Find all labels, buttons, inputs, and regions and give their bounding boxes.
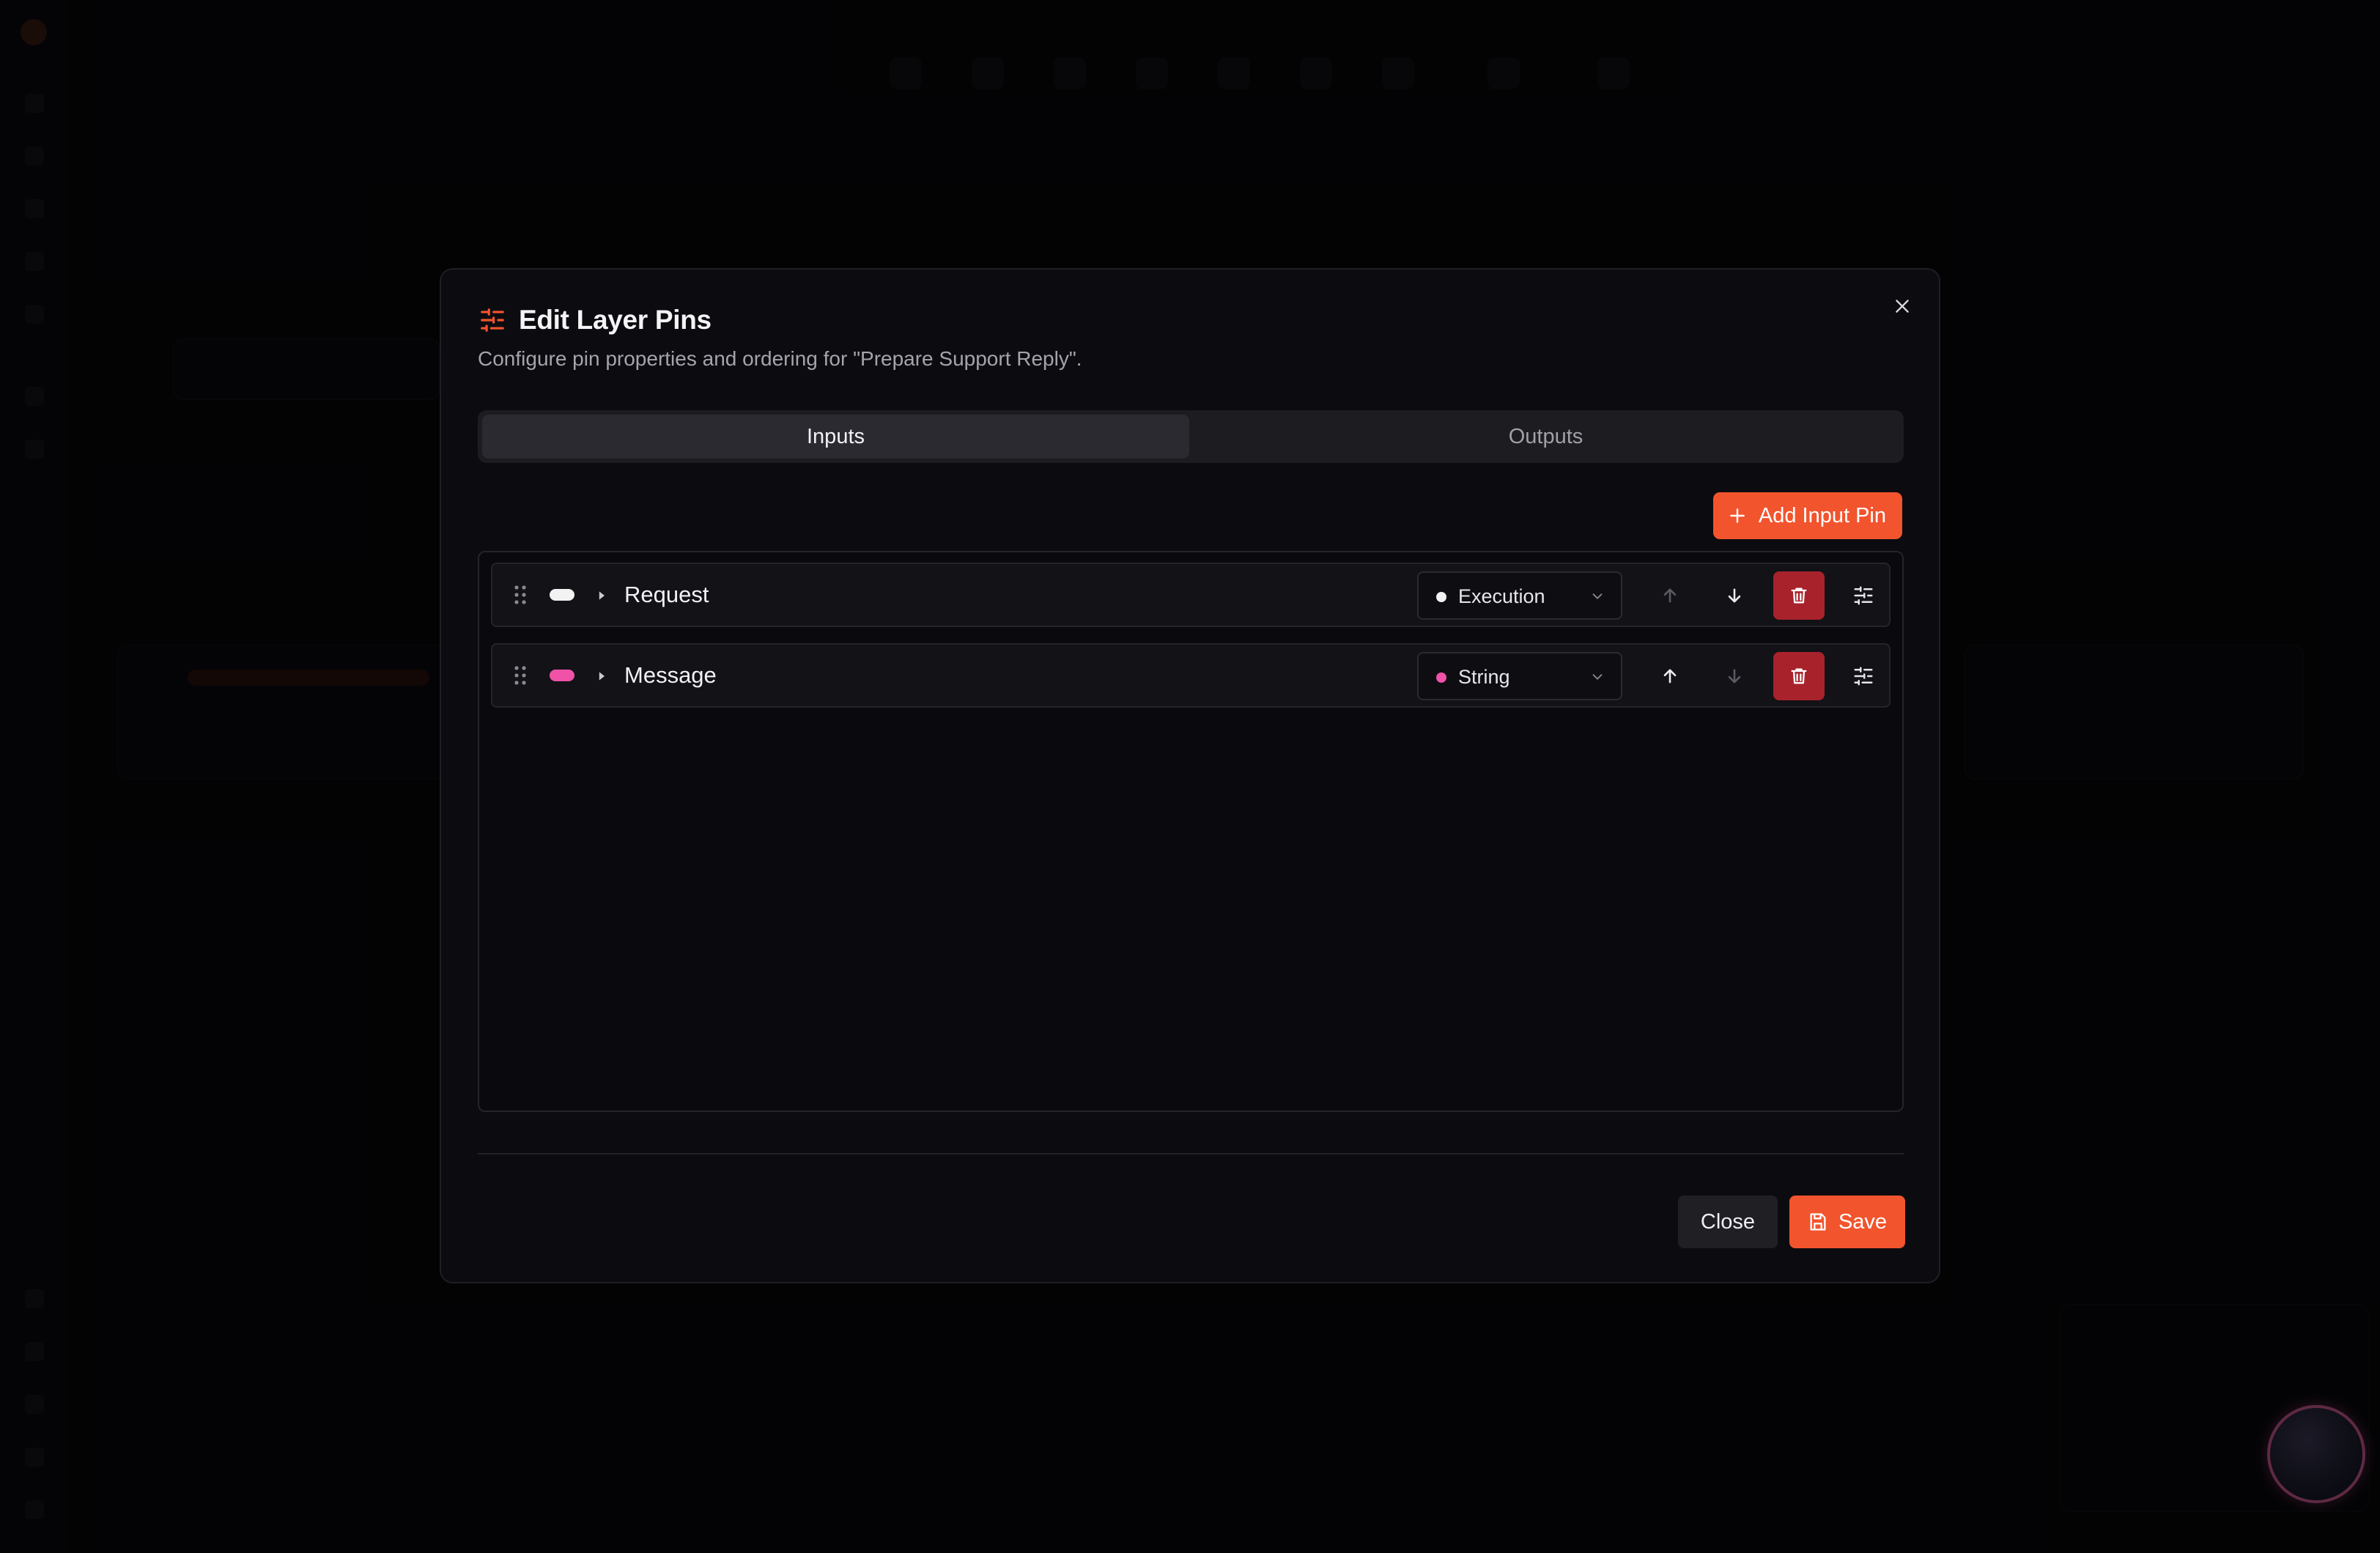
chevron-down-icon (1587, 667, 1608, 687)
delete-pin-button[interactable] (1773, 652, 1825, 700)
footer-divider (478, 1153, 1904, 1154)
pin-type-select[interactable]: Execution (1417, 571, 1622, 620)
edit-layer-pins-dialog: Edit Layer Pins Configure pin properties… (440, 268, 1940, 1283)
pin-settings-button[interactable] (1838, 652, 1889, 700)
chevron-down-icon (1587, 586, 1608, 607)
sliders-icon (1854, 667, 1873, 686)
save-button[interactable]: Save (1789, 1196, 1905, 1248)
type-dot-icon (1436, 672, 1446, 683)
arrow-up-icon (1663, 588, 1677, 603)
pin-tabs: Inputs Outputs (478, 410, 1904, 463)
tab-inputs[interactable]: Inputs (482, 415, 1189, 459)
arrow-up-icon (1663, 669, 1677, 683)
caret-right-icon[interactable] (591, 665, 613, 687)
pin-name: Message (624, 662, 717, 688)
close-button[interactable]: Close (1678, 1196, 1778, 1248)
sliders-icon (478, 305, 507, 335)
delete-pin-button[interactable] (1773, 571, 1825, 620)
trash-icon (1791, 668, 1807, 684)
dialog-header: Edit Layer Pins (478, 305, 712, 336)
pin-type-select[interactable]: String (1417, 652, 1622, 700)
save-icon (1810, 1213, 1826, 1231)
move-up-button[interactable] (1644, 652, 1696, 700)
sliders-icon (1854, 586, 1873, 605)
move-down-button[interactable] (1709, 652, 1760, 700)
type-dot-icon (1436, 592, 1446, 602)
move-up-button[interactable] (1644, 571, 1696, 620)
plus-icon (1730, 508, 1745, 523)
pin-name: Request (624, 582, 709, 607)
pin-row: Message String (491, 643, 1891, 708)
add-input-pin-button[interactable]: Add Input Pin (1712, 492, 1902, 539)
pin-settings-button[interactable] (1838, 571, 1889, 620)
caret-right-icon[interactable] (591, 585, 613, 607)
move-down-button[interactable] (1709, 571, 1760, 620)
close-icon[interactable] (1888, 292, 1917, 321)
arrow-down-icon (1728, 588, 1741, 603)
dialog-title: Edit Layer Pins (519, 305, 712, 335)
pin-type-value: Execution (1458, 585, 1545, 607)
save-label: Save (1838, 1209, 1888, 1234)
pin-color-swatch (550, 670, 574, 681)
dialog-subtitle: Configure pin properties and ordering fo… (478, 347, 1082, 370)
pin-color-swatch (550, 589, 574, 601)
arrow-down-icon (1728, 669, 1741, 683)
pin-type-value: String (1458, 666, 1510, 688)
add-input-pin-label: Add Input Pin (1758, 503, 1886, 527)
trash-icon (1791, 588, 1807, 604)
drag-handle-icon[interactable] (507, 582, 533, 608)
pin-list: Request Execution Message String (478, 551, 1904, 1112)
drag-handle-icon[interactable] (507, 662, 533, 689)
pin-row: Request Execution (491, 563, 1891, 627)
tab-outputs[interactable]: Outputs (1192, 415, 1899, 459)
